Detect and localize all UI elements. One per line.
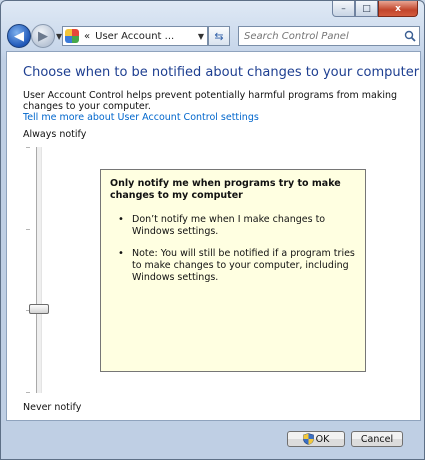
page-title: Choose when to be notified about changes… (23, 65, 420, 80)
refresh-button[interactable]: ⇆ (208, 26, 230, 46)
level-description-box: Only notify me when programs try to make… (100, 169, 366, 372)
title-bar: – □ x (1, 1, 424, 21)
slider-bottom-label: Never notify (23, 402, 82, 413)
search-icon[interactable] (404, 30, 416, 42)
content-pane: Choose when to be notified about changes… (6, 51, 421, 421)
cancel-button[interactable]: Cancel (351, 431, 403, 447)
address-dropdown-chevron-down-icon[interactable]: ▼ (198, 32, 204, 41)
notification-level-slider-thumb[interactable] (29, 304, 49, 314)
search-box[interactable] (238, 26, 420, 46)
uac-settings-window: – □ x ◀ ▶ ▼ « User Account ... ▼ ⇆ Searc… (0, 0, 425, 460)
slider-top-label: Always notify (23, 129, 87, 140)
navigation-bar: ◀ ▶ ▼ « User Account ... ▼ ⇆ (1, 21, 424, 49)
arrow-left-icon: ◀ (14, 28, 24, 44)
level-description-title: Only notify me when programs try to make… (110, 178, 341, 201)
breadcrumb-overflow[interactable]: « (84, 31, 90, 42)
address-bar[interactable]: « User Account ... ▼ (62, 26, 208, 46)
slider-tick (26, 147, 30, 148)
back-button[interactable]: ◀ (7, 24, 31, 48)
level-description-list: Don’t notify me when I make changes to W… (110, 214, 356, 284)
description-text: User Account Control helps prevent poten… (23, 90, 398, 112)
uac-help-link[interactable]: Tell me more about User Account Control … (23, 112, 259, 123)
control-panel-icon (65, 29, 79, 43)
level-description-bullet: Don’t notify me when I make changes to W… (118, 214, 356, 238)
close-button[interactable]: x (378, 1, 418, 17)
level-description-bullet: Note: You will still be notified if a pr… (118, 248, 356, 284)
arrow-right-icon: ▶ (38, 28, 48, 44)
breadcrumb-current[interactable]: User Account ... (95, 31, 174, 42)
refresh-icon: ⇆ (214, 29, 224, 43)
notification-level-slider-track[interactable] (36, 147, 42, 393)
forward-button[interactable]: ▶ (31, 24, 55, 48)
dialog-footer: OK Cancel (1, 420, 424, 459)
slider-tick (26, 392, 30, 393)
uac-shield-icon (302, 433, 314, 445)
maximize-button[interactable]: □ (355, 1, 378, 17)
ok-button-label: OK (315, 433, 330, 445)
caption-buttons: – □ x (332, 1, 418, 17)
minimize-button[interactable]: – (332, 1, 355, 17)
ok-button[interactable]: OK (287, 431, 345, 447)
slider-tick (26, 229, 30, 230)
search-input[interactable] (239, 29, 396, 43)
